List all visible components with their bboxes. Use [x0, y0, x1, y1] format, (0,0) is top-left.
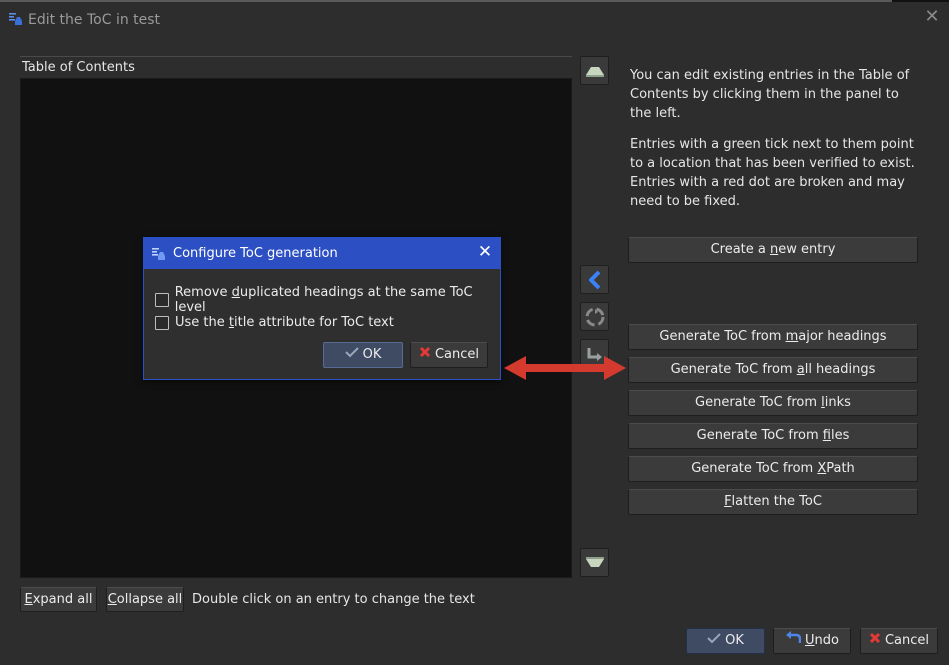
collapse-all-button[interactable]: Collapse all	[106, 587, 184, 612]
window-top-border-dark	[892, 0, 949, 2]
toc-app-icon	[151, 246, 167, 262]
ok-label: OK	[725, 633, 744, 648]
btn-label-pre: Generate ToC from	[670, 362, 797, 377]
create-entry-button[interactable]: Create a new entry	[628, 237, 918, 263]
recycle-icon	[584, 306, 606, 328]
move-up-button[interactable]	[580, 56, 609, 85]
move-down-icon	[584, 556, 606, 570]
configure-toc-dialog: Configure ToC generation ✕ Remove duplic…	[143, 237, 501, 380]
btn-label-post: xpand all	[32, 592, 93, 607]
btn-accel: C	[107, 592, 117, 607]
btn-label-post: ndo	[814, 633, 839, 648]
expand-all-button[interactable]: Expand all	[20, 587, 97, 612]
edit-hint-text: Double click on an entry to change the t…	[192, 592, 475, 607]
dialog-cancel-label: Cancel	[434, 347, 480, 362]
chevron-left-icon	[586, 270, 604, 290]
use-title-attribute-label: Use the title attribute for ToC text	[175, 315, 394, 330]
red-x-icon	[419, 343, 431, 367]
use-title-attribute-checkbox-row[interactable]: Use the title attribute for ToC text	[155, 315, 394, 330]
window-titlebar: Edit the ToC in test ✕	[0, 4, 949, 36]
label-pre: Remove	[174, 285, 232, 300]
remove-duplicates-checkbox-row[interactable]: Remove duplicated headings at the same T…	[155, 285, 500, 315]
btn-label-pre: Generate ToC from	[691, 461, 818, 476]
delete-button[interactable]	[580, 302, 609, 331]
btn-accel: m	[785, 329, 799, 344]
label-accel: d	[231, 285, 240, 300]
check-icon	[344, 343, 359, 367]
toc-app-icon	[8, 11, 24, 27]
btn-accel: F	[724, 494, 732, 509]
remove-duplicates-label: Remove duplicated headings at the same T…	[175, 285, 500, 315]
undo-icon	[785, 629, 802, 653]
btn-label-post: latten the ToC	[731, 494, 822, 509]
use-title-attribute-checkbox[interactable]	[155, 315, 169, 330]
toc-header: Table of Contents	[22, 60, 135, 75]
btn-label-pre: Create a	[710, 242, 771, 257]
dialog-title: Configure ToC generation	[173, 246, 338, 261]
btn-label-pre: Generate ToC from	[695, 395, 822, 410]
btn-label-pre: Generate ToC from	[696, 428, 823, 443]
btn-accel: U	[805, 633, 815, 648]
move-up-icon	[584, 64, 606, 78]
check-icon	[707, 629, 721, 653]
btn-label-post: ew entry	[778, 242, 836, 257]
dialog-ok-label: OK	[362, 347, 382, 362]
btn-accel: E	[24, 592, 33, 607]
toc-header-divider	[20, 56, 572, 57]
btn-accel: X	[817, 461, 827, 476]
window-close-icon[interactable]: ✕	[923, 8, 941, 26]
ok-button[interactable]: OK	[686, 628, 765, 654]
label-pre: Use the	[175, 315, 229, 330]
move-down-button[interactable]	[580, 548, 609, 577]
btn-label-post: ajor headings	[798, 329, 887, 344]
btn-accel: a	[796, 362, 805, 377]
cancel-label: Cancel	[884, 633, 930, 648]
window-top-border	[0, 0, 892, 2]
generate-xpath-button[interactable]: Generate ToC from XPath	[628, 456, 918, 482]
undo-label: Undo	[805, 629, 839, 653]
btn-label-post: ll headings	[804, 362, 876, 377]
double-arrow-icon	[504, 355, 626, 385]
dialog-ok-button[interactable]: OK	[323, 342, 403, 368]
dialog-cancel-button[interactable]: Cancel	[410, 342, 488, 368]
btn-label-post: ollapse all	[116, 592, 183, 607]
btn-label-pre: Generate ToC from	[659, 329, 786, 344]
help-text-status: Entries with a green tick next to them p…	[630, 137, 915, 209]
help-text-edit: You can edit existing entries in the Tab…	[630, 68, 910, 121]
generate-links-button[interactable]: Generate ToC from links	[628, 390, 918, 416]
btn-label-post: Path	[826, 461, 855, 476]
cancel-button[interactable]: Cancel	[860, 628, 938, 654]
label-post: itle attribute for ToC text	[234, 315, 394, 330]
flatten-toc-button[interactable]: Flatten the ToC	[628, 489, 918, 515]
dialog-titlebar: Configure ToC generation ✕	[144, 238, 500, 269]
red-x-icon	[869, 629, 881, 653]
btn-label-post: inks	[824, 395, 851, 410]
generate-major-headings-button[interactable]: Generate ToC from major headings	[628, 324, 918, 350]
generate-files-button[interactable]: Generate ToC from files	[628, 423, 918, 449]
btn-label-post: iles	[830, 428, 850, 443]
remove-duplicates-checkbox[interactable]	[155, 293, 169, 307]
undo-button[interactable]: Undo	[773, 628, 851, 654]
indent-left-button[interactable]	[580, 265, 609, 294]
window-title: Edit the ToC in test	[28, 12, 161, 28]
dialog-close-icon[interactable]: ✕	[476, 243, 494, 261]
btn-accel: f	[822, 428, 831, 443]
generate-all-headings-button[interactable]: Generate ToC from all headings	[628, 357, 918, 383]
